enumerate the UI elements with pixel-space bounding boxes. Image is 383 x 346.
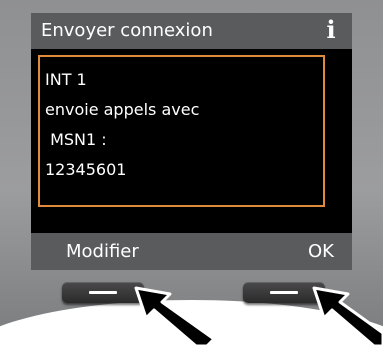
message-line-msn-label: MSN1 :	[45, 130, 107, 149]
left-softkey-button[interactable]	[62, 282, 144, 303]
softkey-bar: Modifier OK	[31, 233, 352, 270]
message-line-int: INT 1	[45, 70, 87, 89]
handset-display-illustration: Envoyer connexion i INT 1 envoie appels …	[0, 0, 383, 346]
message-line-description: envoie appels avec	[45, 100, 200, 119]
message-line-msn-number: 12345601	[45, 160, 127, 179]
dash-icon	[89, 291, 117, 294]
right-softkey-button[interactable]	[243, 282, 325, 303]
info-icon: i	[326, 15, 336, 44]
title-bar: Envoyer connexion i	[31, 13, 352, 49]
softkey-left-label-modifier[interactable]: Modifier	[66, 241, 139, 263]
screen-title: Envoyer connexion	[41, 20, 213, 41]
dash-icon	[270, 291, 298, 294]
message-box: INT 1 envoie appels avec MSN1 : 12345601	[38, 55, 325, 207]
softkey-right-label-ok[interactable]: OK	[308, 241, 334, 263]
display-screen: Envoyer connexion i INT 1 envoie appels …	[31, 13, 352, 233]
